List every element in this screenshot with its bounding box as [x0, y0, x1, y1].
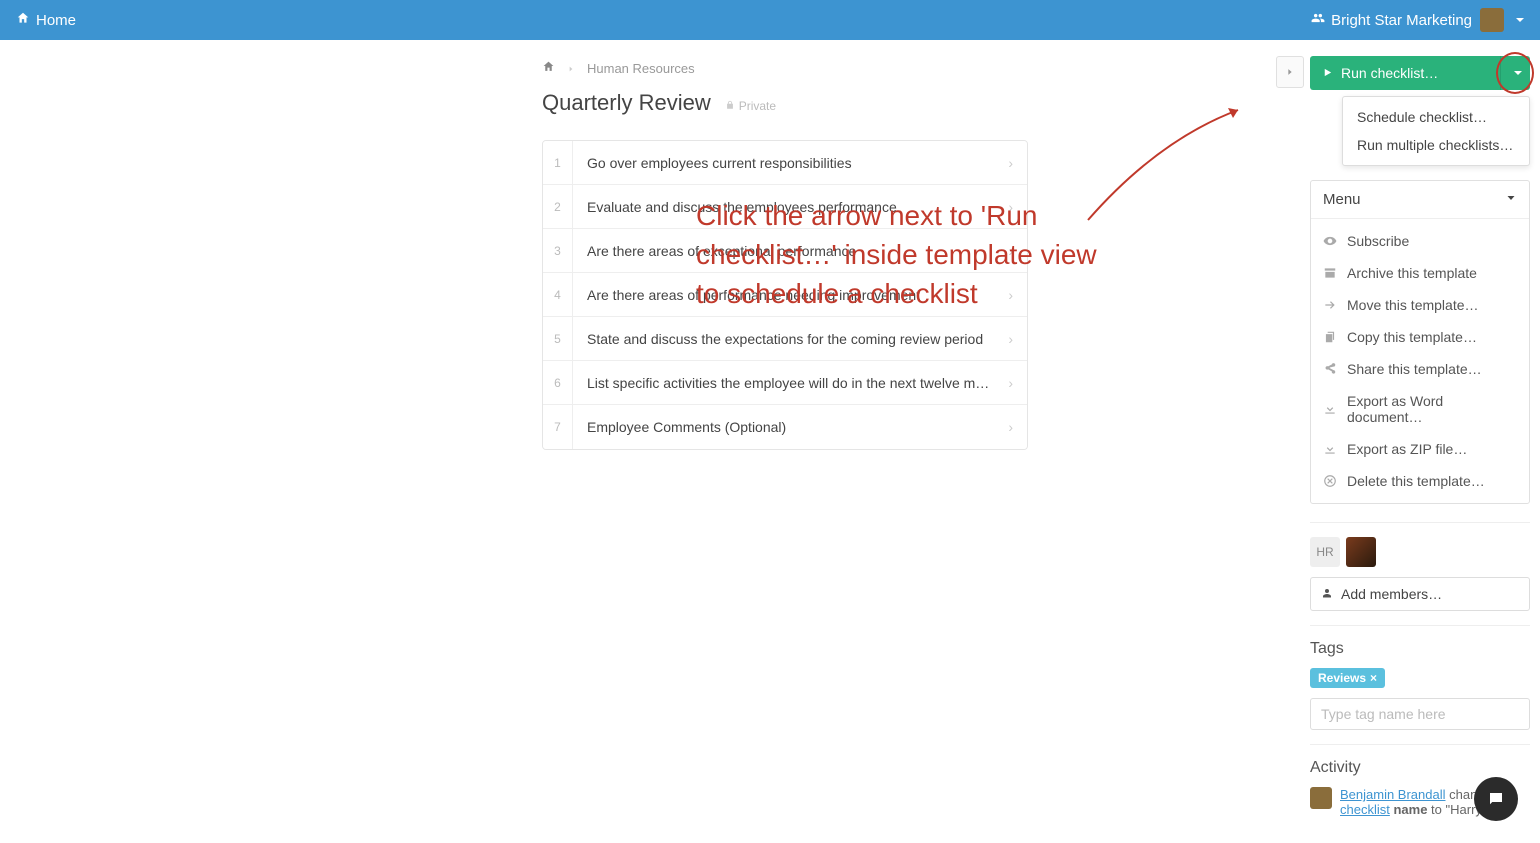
user-plus-icon	[1321, 586, 1333, 602]
chevron-right-icon: ›	[1008, 331, 1027, 347]
nav-home-label: Home	[36, 12, 76, 29]
step-number: 5	[543, 317, 573, 361]
tag-input[interactable]	[1310, 698, 1530, 730]
menu-item-label: Subscribe	[1347, 233, 1409, 249]
chevron-down-icon	[1505, 191, 1517, 208]
nav-home-link[interactable]: Home	[16, 11, 76, 29]
add-members-label: Add members…	[1341, 586, 1442, 602]
members-row: HR	[1310, 537, 1530, 567]
step-number: 4	[543, 273, 573, 317]
menu-header[interactable]: Menu	[1311, 181, 1529, 219]
share-icon	[1323, 362, 1337, 376]
member-chip-avatar[interactable]	[1346, 537, 1376, 567]
avatar[interactable]	[1480, 8, 1504, 32]
menu-item-label: Copy this template…	[1347, 329, 1477, 345]
checklist-step[interactable]: 6List specific activities the employee w…	[543, 361, 1027, 405]
users-icon	[1311, 11, 1325, 29]
schedule-checklist-item[interactable]: Schedule checklist…	[1343, 103, 1529, 131]
checklist-step[interactable]: 5State and discuss the expectations for …	[543, 317, 1027, 361]
help-fab[interactable]	[1474, 777, 1518, 821]
arrow-right-icon	[1323, 298, 1337, 312]
menu-panel: Menu Subscribe Archive this template Mov…	[1310, 180, 1530, 504]
menu-item-label: Move this template…	[1347, 297, 1479, 313]
step-label: State and discuss the expectations for t…	[573, 331, 1008, 347]
org-label: Bright Star Marketing	[1331, 12, 1472, 29]
step-label: Employee Comments (Optional)	[573, 419, 1008, 435]
run-checklist-dropdown: Schedule checklist… Run multiple checkli…	[1342, 96, 1530, 166]
step-number: 1	[543, 141, 573, 185]
step-label: Go over employees current responsibiliti…	[573, 155, 1008, 171]
menu-share[interactable]: Share this template…	[1311, 353, 1529, 385]
menu-item-label: Export as ZIP file…	[1347, 441, 1467, 457]
step-number: 2	[543, 185, 573, 229]
breadcrumb-home-icon[interactable]	[542, 60, 555, 76]
play-icon	[1322, 65, 1333, 81]
run-checklist-dropdown-toggle[interactable]	[1500, 56, 1530, 90]
activity-label: Activity	[1310, 759, 1530, 777]
activity-checklist-link[interactable]: checklist	[1340, 802, 1390, 817]
menu-move[interactable]: Move this template…	[1311, 289, 1529, 321]
menu-item-label: Export as Word document…	[1347, 393, 1517, 425]
activity-user-link[interactable]: Benjamin Brandall	[1340, 787, 1446, 802]
menu-export-zip[interactable]: Export as ZIP file…	[1311, 433, 1529, 465]
tags-label: Tags	[1310, 640, 1530, 658]
page-title: Quarterly Review	[542, 90, 711, 116]
right-sidebar: Run checklist… Schedule checklist… Run m…	[1310, 56, 1530, 817]
sidebar-collapse-button[interactable]	[1276, 56, 1304, 88]
step-label: List specific activities the employee wi…	[573, 375, 1008, 391]
menu-export-word[interactable]: Export as Word document…	[1311, 385, 1529, 433]
menu-copy[interactable]: Copy this template…	[1311, 321, 1529, 353]
home-icon	[16, 11, 30, 29]
divider	[1310, 522, 1530, 523]
tag-remove-icon[interactable]: ×	[1370, 671, 1377, 685]
chevron-right-icon: ›	[1008, 155, 1027, 171]
run-checklist-button[interactable]: Run checklist…	[1310, 56, 1500, 90]
divider	[1310, 625, 1530, 626]
run-multiple-checklists-item[interactable]: Run multiple checklists…	[1343, 131, 1529, 159]
activity-avatar	[1310, 787, 1332, 809]
chevron-right-icon: ›	[1008, 419, 1027, 435]
checklist-step[interactable]: 7Employee Comments (Optional)›	[543, 405, 1027, 449]
add-members-button[interactable]: Add members…	[1310, 577, 1530, 611]
chat-icon	[1487, 790, 1505, 808]
checklist-step[interactable]: 1Go over employees current responsibilit…	[543, 141, 1027, 185]
eye-icon	[1323, 234, 1337, 248]
chevron-right-icon	[567, 61, 575, 76]
step-number: 3	[543, 229, 573, 273]
menu-item-label: Delete this template…	[1347, 473, 1485, 489]
breadcrumb-category[interactable]: Human Resources	[587, 61, 695, 76]
menu-item-label: Share this template…	[1347, 361, 1482, 377]
download-icon	[1323, 442, 1337, 456]
org-link[interactable]: Bright Star Marketing	[1311, 11, 1472, 29]
breadcrumb: Human Resources	[530, 60, 1270, 76]
activity-text: name	[1390, 802, 1428, 817]
archive-icon	[1323, 266, 1337, 280]
lock-icon	[725, 99, 735, 113]
download-icon	[1323, 402, 1337, 416]
menu-archive[interactable]: Archive this template	[1311, 257, 1529, 289]
copy-icon	[1323, 330, 1337, 344]
user-menu-caret-icon[interactable]	[1516, 18, 1524, 22]
chevron-right-icon: ›	[1008, 375, 1027, 391]
run-checklist-label: Run checklist…	[1341, 65, 1438, 81]
delete-icon	[1323, 474, 1337, 488]
privacy-badge: Private	[725, 99, 776, 113]
step-number: 6	[543, 361, 573, 405]
menu-subscribe[interactable]: Subscribe	[1311, 225, 1529, 257]
privacy-label: Private	[739, 99, 776, 113]
member-chip-hr[interactable]: HR	[1310, 537, 1340, 567]
menu-item-label: Archive this template	[1347, 265, 1477, 281]
divider	[1310, 744, 1530, 745]
menu-header-label: Menu	[1323, 191, 1361, 208]
tag-badge-label: Reviews	[1318, 671, 1366, 685]
step-number: 7	[543, 405, 573, 449]
top-navbar: Home Bright Star Marketing	[0, 0, 1540, 40]
run-checklist-group: Run checklist…	[1310, 56, 1530, 90]
menu-delete[interactable]: Delete this template…	[1311, 465, 1529, 497]
annotation-text: Click the arrow next to 'Run checklist…'…	[696, 196, 1116, 314]
caret-down-icon	[1514, 71, 1522, 75]
tag-badge[interactable]: Reviews ×	[1310, 668, 1385, 688]
